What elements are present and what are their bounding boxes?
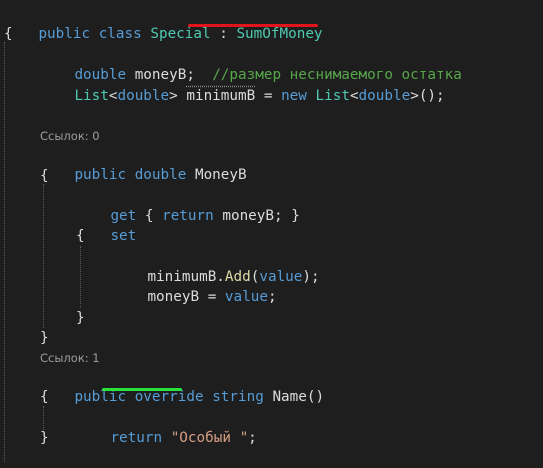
code-line-field-moneyB[interactable]: double moneyB; //размер неснимаемого ост… — [40, 45, 461, 83]
paren: ); — [302, 269, 320, 285]
brace: } — [282, 208, 300, 224]
indent-guide — [4, 42, 5, 462]
code-line-close-brace[interactable]: } — [40, 428, 49, 448]
keyword-new: new — [281, 88, 307, 104]
keyword-class: class — [98, 26, 142, 42]
indent-guide — [43, 184, 44, 328]
angle-open: < — [349, 88, 359, 104]
type-double: double — [358, 88, 411, 104]
field-name: moneyB; — [222, 208, 283, 224]
code-line-getter[interactable]: get { return moneyB; } — [76, 186, 299, 224]
paren: () — [306, 389, 325, 405]
field-name: minimumB — [186, 88, 256, 104]
codelens-references[interactable]: Ссылок: 0 — [40, 128, 100, 144]
type-list: List — [315, 88, 350, 104]
type-double: double — [117, 88, 170, 104]
code-line-close-brace[interactable]: } — [40, 328, 49, 348]
type-double: double — [134, 167, 187, 183]
code-line-open-brace[interactable]: { — [76, 226, 85, 246]
keyword-public: public — [74, 167, 127, 183]
code-line-open-brace[interactable]: { — [40, 387, 49, 407]
codelens-references[interactable]: Ссылок: 1 — [40, 350, 100, 366]
keyword-return: return — [162, 208, 214, 224]
code-line-method-Name[interactable]: public override string Name() — [40, 367, 324, 405]
keyword-override: override — [134, 389, 204, 405]
type-string: string — [212, 389, 264, 405]
semicolon: ; — [248, 430, 257, 446]
constructor-call: (); — [418, 88, 445, 104]
code-line-assign[interactable]: moneyB = value; — [113, 267, 276, 305]
keyword-value: value — [224, 289, 268, 305]
brace: } — [76, 310, 85, 326]
semicolon: ; — [267, 289, 277, 305]
code-line-property-MoneyB[interactable]: public double MoneyB — [40, 145, 246, 183]
keyword-public: public — [74, 389, 127, 405]
colon: : — [210, 26, 237, 42]
brace: { — [40, 389, 49, 405]
brace: } — [40, 330, 49, 346]
type-list: List — [74, 88, 109, 104]
brace: { — [144, 208, 163, 224]
code-line-add-call[interactable]: minimumB.Add(value); — [113, 247, 319, 285]
angle-close: > — [410, 88, 419, 104]
brace: { — [76, 228, 85, 244]
red-underline-annotation — [188, 24, 318, 27]
code-line-open-brace[interactable]: { — [4, 24, 13, 44]
code-line-return-string[interactable]: return "Особый "; — [76, 408, 256, 446]
keyword-return: return — [110, 430, 163, 446]
class-name: Special — [150, 26, 211, 42]
angle-close: > — [169, 88, 178, 104]
brace: { — [4, 26, 13, 42]
property-name: MoneyB — [194, 167, 247, 183]
method-name: Name — [272, 389, 307, 405]
code-line-open-brace[interactable]: { — [40, 166, 49, 186]
code-line-setter[interactable]: set — [76, 206, 136, 244]
brace: } — [40, 430, 49, 446]
keyword-set: set — [110, 228, 137, 244]
brace: { — [40, 168, 49, 184]
keyword-public: public — [38, 26, 91, 42]
code-line-field-minimumB[interactable]: List<double> minimumB = new List<double>… — [40, 66, 444, 104]
assign-operator: = — [255, 88, 282, 104]
code-line-close-brace[interactable]: } — [76, 308, 85, 328]
assign-operator: = — [199, 289, 225, 305]
string-literal: "Особый " — [170, 430, 249, 446]
code-editor[interactable]: public class Special : SumOfMoney { doub… — [0, 0, 543, 465]
code-line-class-declaration[interactable]: public class Special : SumOfMoney — [4, 4, 322, 42]
base-class-name: SumOfMoney — [236, 26, 323, 42]
field-name: moneyB — [147, 289, 200, 305]
green-underline-annotation — [102, 388, 182, 391]
